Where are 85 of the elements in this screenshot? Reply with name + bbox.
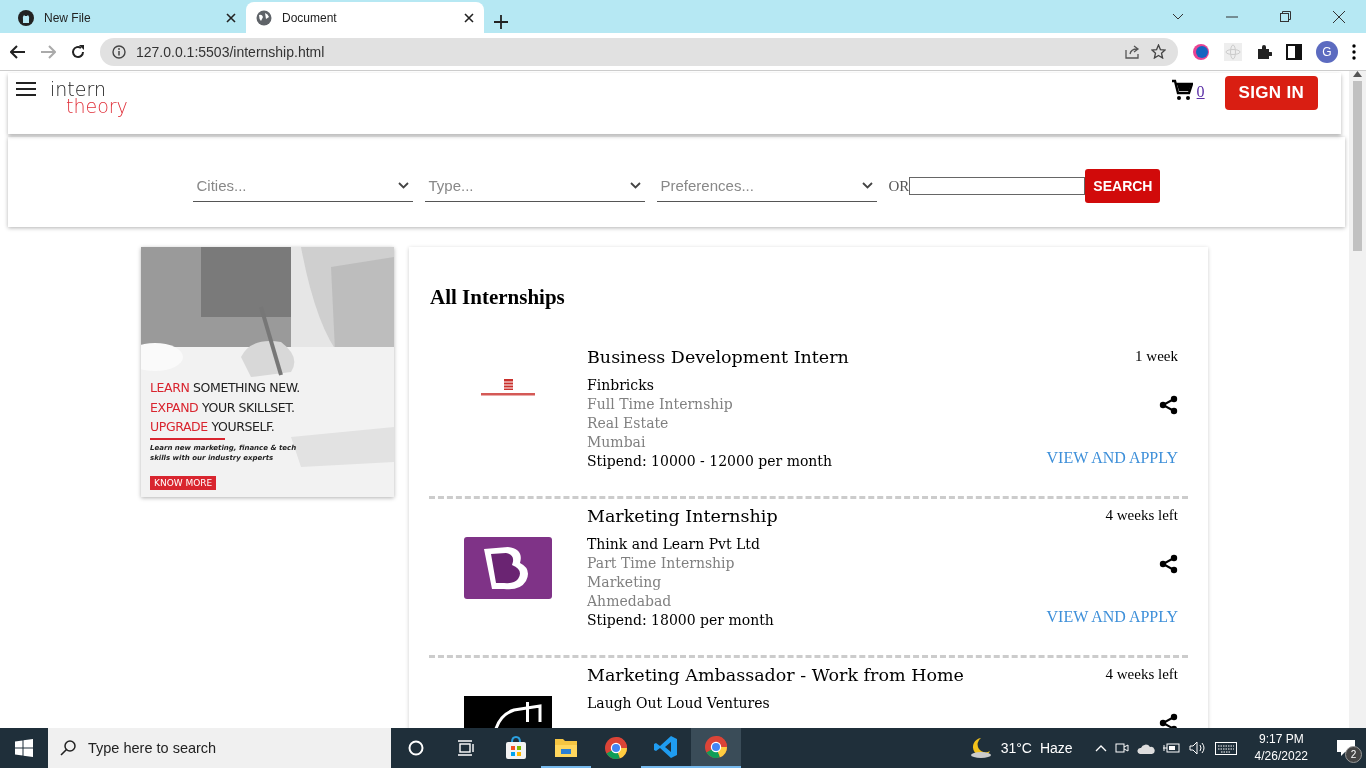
- minimize-icon[interactable]: [1226, 15, 1238, 18]
- task-view-icon[interactable]: [457, 740, 475, 756]
- notification-badge: 2: [1345, 746, 1362, 763]
- restore-icon[interactable]: [1280, 11, 1291, 22]
- chevron-down-icon: [861, 182, 873, 189]
- cortana-icon[interactable]: [408, 740, 424, 756]
- internship-type: Full Time Internship: [587, 395, 734, 414]
- weather-moon-icon[interactable]: [968, 737, 993, 759]
- company-name: Finbricks: [587, 376, 655, 395]
- sign-in-button[interactable]: SIGN IN: [1224, 76, 1318, 110]
- back-icon[interactable]: [10, 44, 26, 59]
- duration-text: 4 weeks left: [1105, 507, 1178, 524]
- scroll-up-icon[interactable]: [1353, 71, 1362, 77]
- browser-tab[interactable]: New File: [8, 2, 246, 33]
- extension-icon[interactable]: [1192, 42, 1210, 61]
- menu-icon[interactable]: [16, 81, 36, 97]
- headline-text: LEARN SOMETHING NEW.: [150, 379, 301, 397]
- share-icon[interactable]: [1159, 395, 1178, 415]
- internship-title[interactable]: Business Development Intern: [587, 348, 1047, 367]
- category-text: Real Estate: [587, 414, 670, 433]
- clock[interactable]: 9:17 PM 4/26/2022: [1254, 731, 1308, 765]
- side-panel-icon[interactable]: [1286, 43, 1302, 60]
- category-text: Marketing: [587, 573, 663, 592]
- scrollbar-thumb[interactable]: [1353, 81, 1362, 251]
- weather-text[interactable]: Haze: [1039, 740, 1073, 756]
- taskbar-search-field[interactable]: Type here to search: [48, 728, 391, 768]
- keyboard-icon[interactable]: [1214, 741, 1237, 755]
- cart-icon[interactable]: [1170, 79, 1193, 101]
- internship-title[interactable]: Marketing Internship: [587, 507, 1047, 526]
- store-icon[interactable]: [504, 736, 528, 760]
- browser-tab[interactable]: Document: [246, 2, 484, 33]
- puzzle-icon[interactable]: [1256, 43, 1272, 60]
- folder-icon[interactable]: [554, 736, 578, 758]
- search-button[interactable]: SEARCH: [1085, 169, 1161, 203]
- logo-text[interactable]: theory: [66, 98, 128, 115]
- windows-start-icon[interactable]: [15, 739, 33, 757]
- chrome-icon[interactable]: [604, 736, 628, 760]
- info-icon[interactable]: [112, 44, 126, 59]
- headline-text: EXPAND YOUR SKILLSET.: [150, 398, 296, 417]
- internship-title[interactable]: Marketing Ambassador - Work from Home: [587, 666, 1106, 685]
- cart-count-link[interactable]: 0: [1196, 83, 1205, 101]
- star-icon[interactable]: [1151, 44, 1166, 59]
- chevron-down-icon: [397, 182, 409, 189]
- chrome-icon[interactable]: [704, 735, 728, 759]
- view-and-apply-link[interactable]: VIEW AND APPLY: [1046, 449, 1178, 467]
- city-text: Ahmedabad: [587, 592, 673, 611]
- city-text: Mumbai: [587, 433, 647, 452]
- close-icon[interactable]: [464, 12, 474, 23]
- search-icon: [60, 740, 76, 756]
- chevron-up-icon[interactable]: [1094, 744, 1107, 752]
- headline-text: UPGRADE YOURSELF.: [150, 418, 276, 436]
- filter-dropdown[interactable]: Cities...: [192, 170, 413, 202]
- duration-text: 1 week: [1135, 348, 1178, 365]
- company-name: Think and Learn Pvt Ltd: [587, 535, 761, 554]
- company-name: Laugh Out Loud Ventures: [587, 694, 771, 713]
- close-icon[interactable]: [1333, 10, 1345, 23]
- code-editor-icon[interactable]: [654, 735, 678, 759]
- view-and-apply-link[interactable]: VIEW AND APPLY: [1046, 608, 1178, 626]
- search-field[interactable]: [909, 177, 1086, 195]
- logo-text[interactable]: intern: [50, 81, 128, 98]
- new-tab-icon[interactable]: [494, 15, 508, 29]
- globe-icon: [256, 9, 272, 26]
- menu-icon[interactable]: [1352, 43, 1356, 60]
- chevron-down-icon[interactable]: [1172, 12, 1184, 21]
- filter-dropdown[interactable]: Type...: [424, 170, 645, 202]
- cloud-icon[interactable]: [1136, 742, 1155, 754]
- duration-text: 4 weeks left: [1105, 666, 1178, 683]
- chevron-down-icon: [629, 182, 641, 189]
- close-icon[interactable]: [226, 12, 236, 23]
- temperature-text[interactable]: 31°C: [1000, 740, 1032, 756]
- reload-icon[interactable]: [70, 43, 86, 60]
- share-icon[interactable]: [1159, 554, 1178, 574]
- stipend-text: Stipend: 18000 per month: [587, 611, 775, 630]
- address-bar[interactable]: 127.0.0.1:5503/internship.html: [100, 37, 1178, 66]
- internship-type: Part Time Internship: [587, 554, 736, 573]
- company-logo: [478, 378, 538, 398]
- battery-icon[interactable]: [1162, 742, 1181, 754]
- stipend-text: Stipend: 10000 - 12000 per month: [587, 452, 833, 471]
- camera-icon[interactable]: [1114, 741, 1129, 755]
- github-icon: [18, 9, 34, 26]
- section-title: All Internships: [430, 285, 566, 310]
- or-label: OR: [888, 177, 910, 195]
- filter-dropdown[interactable]: Preferences...: [656, 170, 877, 202]
- profile-avatar[interactable]: G: [1316, 40, 1338, 63]
- volume-icon[interactable]: [1188, 741, 1207, 755]
